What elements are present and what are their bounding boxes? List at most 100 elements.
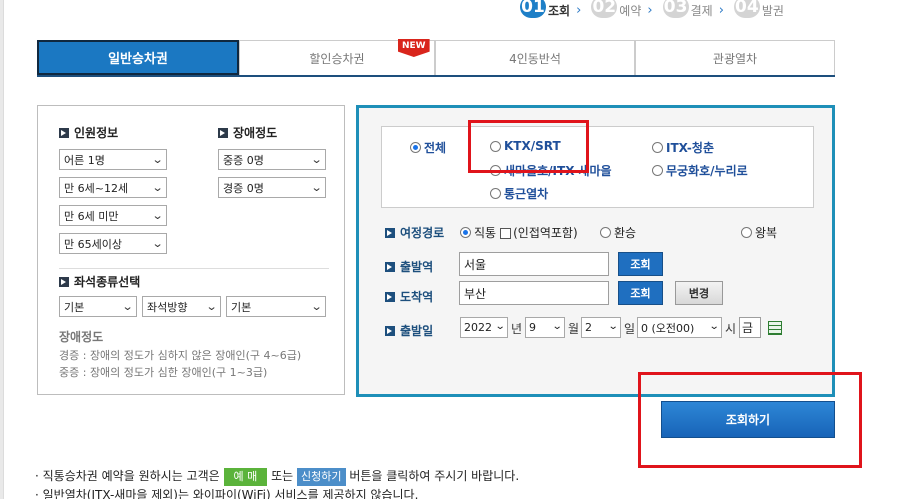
arrival-label-text: 도착역 (400, 290, 434, 304)
select-value: 0 (오전00) (641, 321, 695, 335)
departure-input[interactable]: 서울 (459, 252, 609, 276)
passenger-title-text: 인원정보 (74, 126, 119, 140)
ticket-tabs: 일반승차권 할인승차권 NEW 4인동반석 관광열차 (37, 39, 835, 77)
tab-tourist-train[interactable]: 관광열차 (635, 40, 835, 75)
radio-circle (652, 165, 663, 176)
disability-title-text: 장애정도 (233, 126, 278, 140)
step-2: 02 예약 › (591, 0, 656, 19)
arrival-input[interactable]: 부산 (459, 281, 609, 305)
select-value: 좌석방향 (147, 300, 188, 314)
infant-select[interactable]: 만 6세 미만 ⌄ (59, 205, 167, 226)
step-number: 04 (733, 0, 760, 18)
calendar-icon[interactable] (768, 321, 782, 335)
passenger-panel: 인원정보 장애정도 어른 1명 ⌄ 만 6세~12세 ⌄ 만 6세 미만 ⌄ 만 65… (37, 105, 345, 395)
left-edge (0, 0, 4, 499)
step-label: 예약 (619, 3, 642, 18)
swap-stations-button[interactable]: 변경 (675, 281, 723, 305)
train-type-box: 전체 KTX/SRT ITX-청춘 새마을호/ITX-새마을 무궁화호/누리로 … (381, 126, 814, 208)
seat-direction-select[interactable]: 좌석방향 ⌄ (142, 296, 221, 317)
child-select[interactable]: 만 6세~12세 ⌄ (59, 177, 167, 198)
radio-commuter[interactable]: 통근열차 (490, 185, 548, 202)
adult-select[interactable]: 어른 1명 ⌄ (59, 149, 167, 170)
notice-line-1: · 직통승차권 예약을 원하시는 고객은 예 매 또는 신청하기 버튼을 클릭하… (35, 467, 519, 486)
radio-circle (460, 227, 471, 238)
date-label-text: 출발일 (400, 324, 434, 338)
search-panel: 전체 KTX/SRT ITX-청춘 새마을호/ITX-새마을 무궁화호/누리로 … (356, 105, 835, 397)
step-indicator: 01 조회 › 02 예약 › 03 결제 › 04 발권 (520, 0, 790, 20)
mild-description: 경증 : 장애의 정도가 심하지 않은 장애인(구 4~6급) (59, 349, 302, 362)
radio-circle (741, 227, 752, 238)
step-3: 03 결제 › (662, 0, 728, 19)
chevron-down-icon: ⌄ (310, 300, 323, 313)
select-value: 2022 (464, 321, 492, 334)
arrow-bullet-icon (385, 227, 395, 238)
tab-discount-ticket[interactable]: 할인승차권 NEW (239, 39, 435, 75)
arrow-bullet-icon (59, 127, 69, 138)
day-select[interactable]: 2 ⌄ (581, 317, 621, 338)
select-value: 만 65세이상 (64, 237, 122, 251)
step-number: 03 (662, 0, 689, 18)
chevron-down-icon: ⌄ (708, 321, 720, 332)
mild-disability-select[interactable]: 경증 0명 ⌄ (218, 177, 326, 198)
arrow-bullet-icon (59, 276, 69, 287)
radio-direct[interactable]: 직통 (인접역포함) (460, 224, 578, 241)
step-1: 01 조회 › (520, 0, 585, 19)
nearby-station-option[interactable]: (인접역포함) (500, 224, 578, 241)
severe-disability-select[interactable]: 중증 0명 ⌄ (218, 149, 326, 170)
radio-label: 전체 (424, 141, 447, 155)
chevron-down-icon: ⌄ (607, 321, 619, 332)
chevron-right-icon: › (647, 2, 653, 18)
step-number: 02 (591, 0, 618, 18)
radio-all[interactable]: 전체 (410, 139, 446, 156)
radio-label: 환승 (614, 226, 637, 240)
chevron-right-icon: › (576, 2, 582, 18)
select-value: 어른 1명 (64, 153, 105, 167)
radio-mugunghwa[interactable]: 무궁화호/누리로 (652, 162, 748, 179)
month-select[interactable]: 9 ⌄ (525, 317, 565, 338)
disability-title: 장애정도 (218, 124, 277, 141)
route-label: 여정경로 (385, 224, 444, 241)
select-value: 기본 (64, 300, 85, 314)
nearby-label: (인접역포함) (513, 226, 578, 240)
departure-search-button[interactable]: 조회 (618, 252, 663, 276)
chevron-down-icon: ⌄ (151, 237, 164, 250)
seat-option-select[interactable]: 기본 ⌄ (226, 296, 326, 317)
arrow-bullet-icon (218, 127, 228, 138)
tab-general-ticket[interactable]: 일반승차권 (37, 40, 239, 75)
arrival-label: 도착역 (385, 288, 433, 305)
chevron-down-icon: ⌄ (151, 209, 164, 222)
radio-itx-cheongchun[interactable]: ITX-청춘 (652, 139, 714, 156)
apply-tag: 신청하기 (297, 468, 346, 486)
tab-label: 할인승차권 (309, 51, 365, 66)
select-value: 만 6세 미만 (64, 209, 119, 223)
notice-line-2: · 일반열차(ITX-새마을 제외)는 와이파이(WiFi) 서비스를 제공하지… (35, 488, 419, 499)
year-select[interactable]: 2022 ⌄ (460, 317, 508, 338)
disability-info-heading: 장애정도 (59, 330, 104, 344)
hour-select[interactable]: 0 (오전00) ⌄ (637, 317, 722, 338)
departure-label: 출발역 (385, 258, 433, 275)
seat-type-select[interactable]: 기본 ⌄ (59, 296, 137, 317)
select-value: 경증 0명 (223, 181, 264, 195)
tab-four-seat[interactable]: 4인동반석 (435, 40, 635, 75)
step-label: 결제 (690, 3, 713, 18)
radio-round-trip[interactable]: 왕복 (741, 224, 777, 241)
passenger-title: 인원정보 (59, 124, 118, 141)
radio-circle (410, 142, 421, 153)
hour-unit: 시 (725, 322, 737, 336)
seat-title: 좌석종류선택 (59, 273, 140, 290)
nearby-checkbox[interactable] (500, 228, 512, 239)
radio-label: 통근열차 (504, 187, 549, 201)
radio-transfer[interactable]: 환승 (600, 224, 636, 241)
date-label: 출발일 (385, 322, 433, 339)
arrow-bullet-icon (385, 291, 395, 302)
chevron-down-icon: ⌄ (310, 153, 323, 166)
arrival-search-button[interactable]: 조회 (618, 281, 663, 305)
senior-select[interactable]: 만 65세이상 ⌄ (59, 233, 167, 254)
notice-list: · 직통승차권 예약을 원하시는 고객은 예 매 또는 신청하기 버튼을 클릭하… (35, 467, 519, 499)
weekday-display: 금 (739, 317, 761, 338)
route-label-text: 여정경로 (400, 226, 445, 240)
step-label: 조회 (548, 3, 571, 18)
day-unit: 일 (624, 322, 636, 336)
radio-label: 무궁화호/누리로 (666, 164, 748, 178)
select-value: 2 (585, 321, 592, 334)
